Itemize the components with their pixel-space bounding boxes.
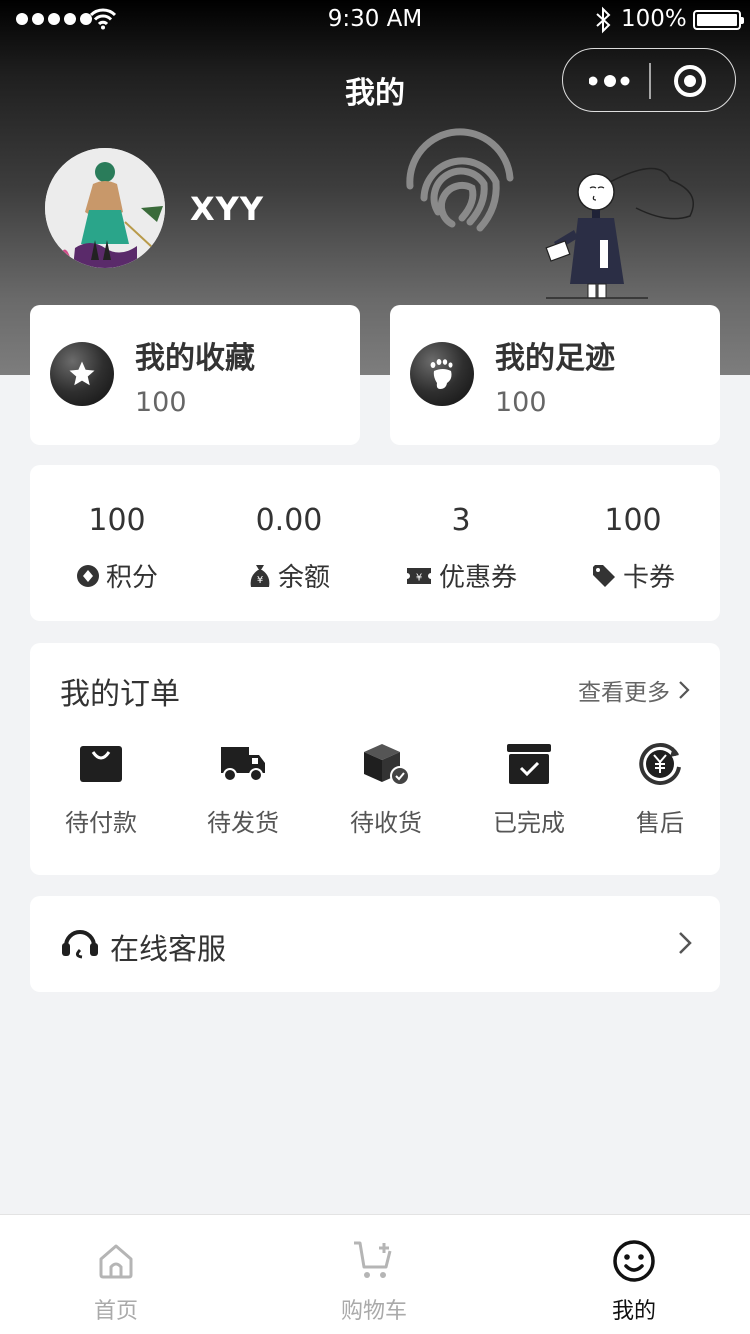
footprints-title: 我的足迹 [495, 341, 615, 376]
order-label: 待付款 [65, 809, 137, 837]
wallet-icon [80, 746, 122, 782]
truck-icon [221, 747, 265, 782]
target-close-icon[interactable] [673, 64, 707, 98]
fingerprint-illustration [406, 128, 514, 232]
order-label: 待发货 [207, 809, 279, 837]
order-completed[interactable]: 已完成 [469, 739, 589, 838]
tab-mine[interactable]: 我的 [574, 1237, 694, 1325]
tab-cart[interactable]: 购物车 [314, 1237, 434, 1325]
headset-icon [62, 930, 98, 959]
tab-home[interactable]: 首页 [56, 1237, 176, 1325]
customer-service-row[interactable]: 在线客服 [30, 896, 720, 992]
chevron-right-icon [679, 932, 692, 954]
asset-label: 余额 [277, 563, 330, 593]
asset-points[interactable]: 100 积分 [31, 465, 203, 621]
tab-label: 首页 [93, 1299, 138, 1324]
asset-label: 积分 [105, 563, 158, 593]
assets-card: 100 积分 0.00 ¥ 余额 3 ¥ 优惠券 100 卡券 [30, 465, 720, 621]
battery-icon [693, 10, 744, 30]
refund-yen-icon [639, 742, 681, 785]
order-label: 售后 [636, 809, 684, 837]
package-check-icon [364, 744, 410, 786]
home-icon [99, 1244, 133, 1279]
footprints-count: 100 [495, 387, 547, 418]
chevron-right-icon [679, 681, 690, 699]
money-bag-icon: ¥ [250, 564, 270, 587]
view-more-label: 查看更多 [578, 680, 670, 706]
avatar[interactable] [45, 148, 165, 268]
order-to-receive[interactable]: 待收货 [326, 739, 446, 838]
username: XYY [190, 190, 265, 228]
asset-value: 100 [88, 503, 146, 538]
customer-service-label: 在线客服 [110, 932, 227, 966]
order-pending-payment[interactable]: 待付款 [41, 739, 161, 838]
asset-coupons[interactable]: 3 ¥ 优惠券 [375, 465, 547, 621]
archive-check-icon [507, 744, 551, 784]
more-dots-icon[interactable] [589, 69, 649, 93]
asset-value: 0.00 [255, 503, 323, 538]
svg-text:¥: ¥ [416, 572, 422, 583]
person-illustration [545, 167, 694, 299]
footprint-icon [410, 342, 474, 406]
asset-label: 卡券 [622, 563, 675, 593]
status-bar: 9:30 AM 100% [0, 0, 750, 40]
battery-percentage: 100% [621, 6, 687, 32]
avatar-image [45, 148, 165, 268]
orders-view-more[interactable]: 查看更多 [578, 673, 690, 707]
star-icon [50, 342, 114, 406]
order-to-ship[interactable]: 待发货 [183, 739, 303, 838]
orders-card: 我的订单 查看更多 待付款 待发货 待收货 已完成 售后 [30, 643, 720, 875]
favorites-count: 100 [135, 387, 187, 418]
tag-icon [592, 564, 615, 587]
order-after-sales[interactable]: 售后 [600, 739, 720, 838]
asset-value: 3 [451, 503, 471, 538]
svg-text:¥: ¥ [257, 575, 263, 586]
orders-title: 我的订单 [60, 677, 180, 712]
asset-balance[interactable]: 0.00 ¥ 余额 [203, 465, 375, 621]
asset-value: 100 [604, 503, 662, 538]
bluetooth-icon [596, 6, 611, 34]
favorites-card[interactable]: 我的收藏 100 [30, 305, 360, 445]
order-label: 待收货 [350, 809, 422, 837]
coupon-icon: ¥ [406, 567, 431, 584]
smiley-icon [613, 1240, 655, 1282]
tab-bar: 首页 购物车 我的 [0, 1214, 750, 1334]
tab-label: 我的 [611, 1299, 656, 1324]
mini-program-capsule [562, 48, 736, 112]
tab-label: 购物车 [340, 1299, 407, 1324]
footprints-card[interactable]: 我的足迹 100 [390, 305, 720, 445]
asset-cards[interactable]: 100 卡券 [547, 465, 719, 621]
capsule-divider [649, 63, 651, 99]
asset-label: 优惠券 [438, 563, 517, 593]
points-icon [76, 564, 99, 587]
favorites-title: 我的收藏 [135, 341, 255, 376]
order-label: 已完成 [493, 809, 565, 837]
cart-icon [354, 1241, 392, 1278]
